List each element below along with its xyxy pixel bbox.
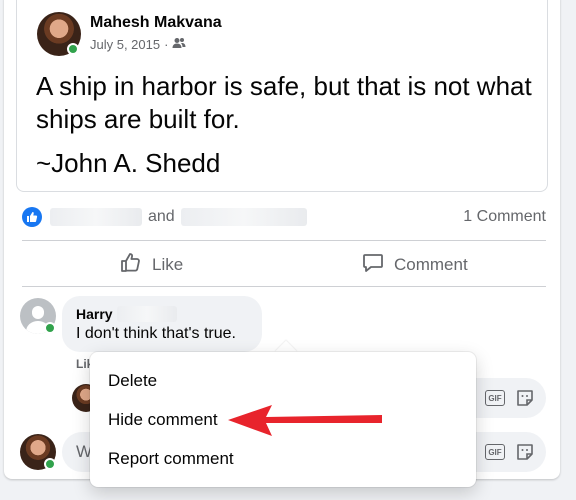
comment-count[interactable]: 1 Comment — [463, 208, 546, 226]
online-status-dot — [44, 322, 56, 334]
gif-icon[interactable]: GIF — [484, 387, 506, 409]
friends-audience-icon — [172, 37, 186, 52]
speech-bubble-icon — [362, 251, 384, 278]
thumbs-up-icon — [120, 251, 142, 278]
sticker-icon[interactable] — [514, 387, 536, 409]
menu-item-delete[interactable]: Delete — [108, 371, 157, 391]
comment-text: I don't think that's true. — [76, 325, 236, 342]
red-arrow-annotation — [228, 405, 382, 436]
post-text: A ship in harbor is safe, but that is no… — [36, 71, 532, 134]
like-button[interactable]: Like — [120, 251, 183, 278]
comment-button[interactable]: Comment — [362, 251, 468, 278]
divider — [22, 286, 546, 287]
menu-item-hide-comment[interactable]: Hide comment — [108, 410, 218, 430]
comment-author-name[interactable]: Harry — [76, 306, 177, 322]
gif-icon[interactable]: GIF — [484, 441, 506, 463]
post-meta: July 5, 2015 · — [90, 37, 186, 52]
like-reaction-icon[interactable] — [22, 207, 42, 227]
post-author-name[interactable]: Mahesh Makvana — [90, 14, 222, 32]
post-quote-author: ~John A. Shedd — [36, 148, 221, 178]
online-status-dot — [67, 43, 79, 55]
meta-separator: · — [164, 37, 169, 52]
blurred-reactor-name — [50, 208, 142, 226]
online-status-dot — [44, 458, 56, 470]
comment-author-first-name: Harry — [76, 306, 113, 322]
post-date[interactable]: July 5, 2015 — [90, 37, 160, 52]
blurred-reactor-name — [180, 208, 307, 226]
menu-item-report-comment[interactable]: Report comment — [108, 449, 234, 469]
comment-button-label: Comment — [394, 254, 468, 274]
comment-bubble — [62, 296, 262, 352]
sticker-icon[interactable] — [514, 441, 536, 463]
reactions-and-text: and — [148, 208, 175, 225]
blurred-comment-author-surname — [116, 306, 177, 322]
reactions-row: and 1 Comment — [22, 206, 546, 228]
divider — [22, 240, 546, 241]
like-button-label: Like — [152, 254, 184, 274]
